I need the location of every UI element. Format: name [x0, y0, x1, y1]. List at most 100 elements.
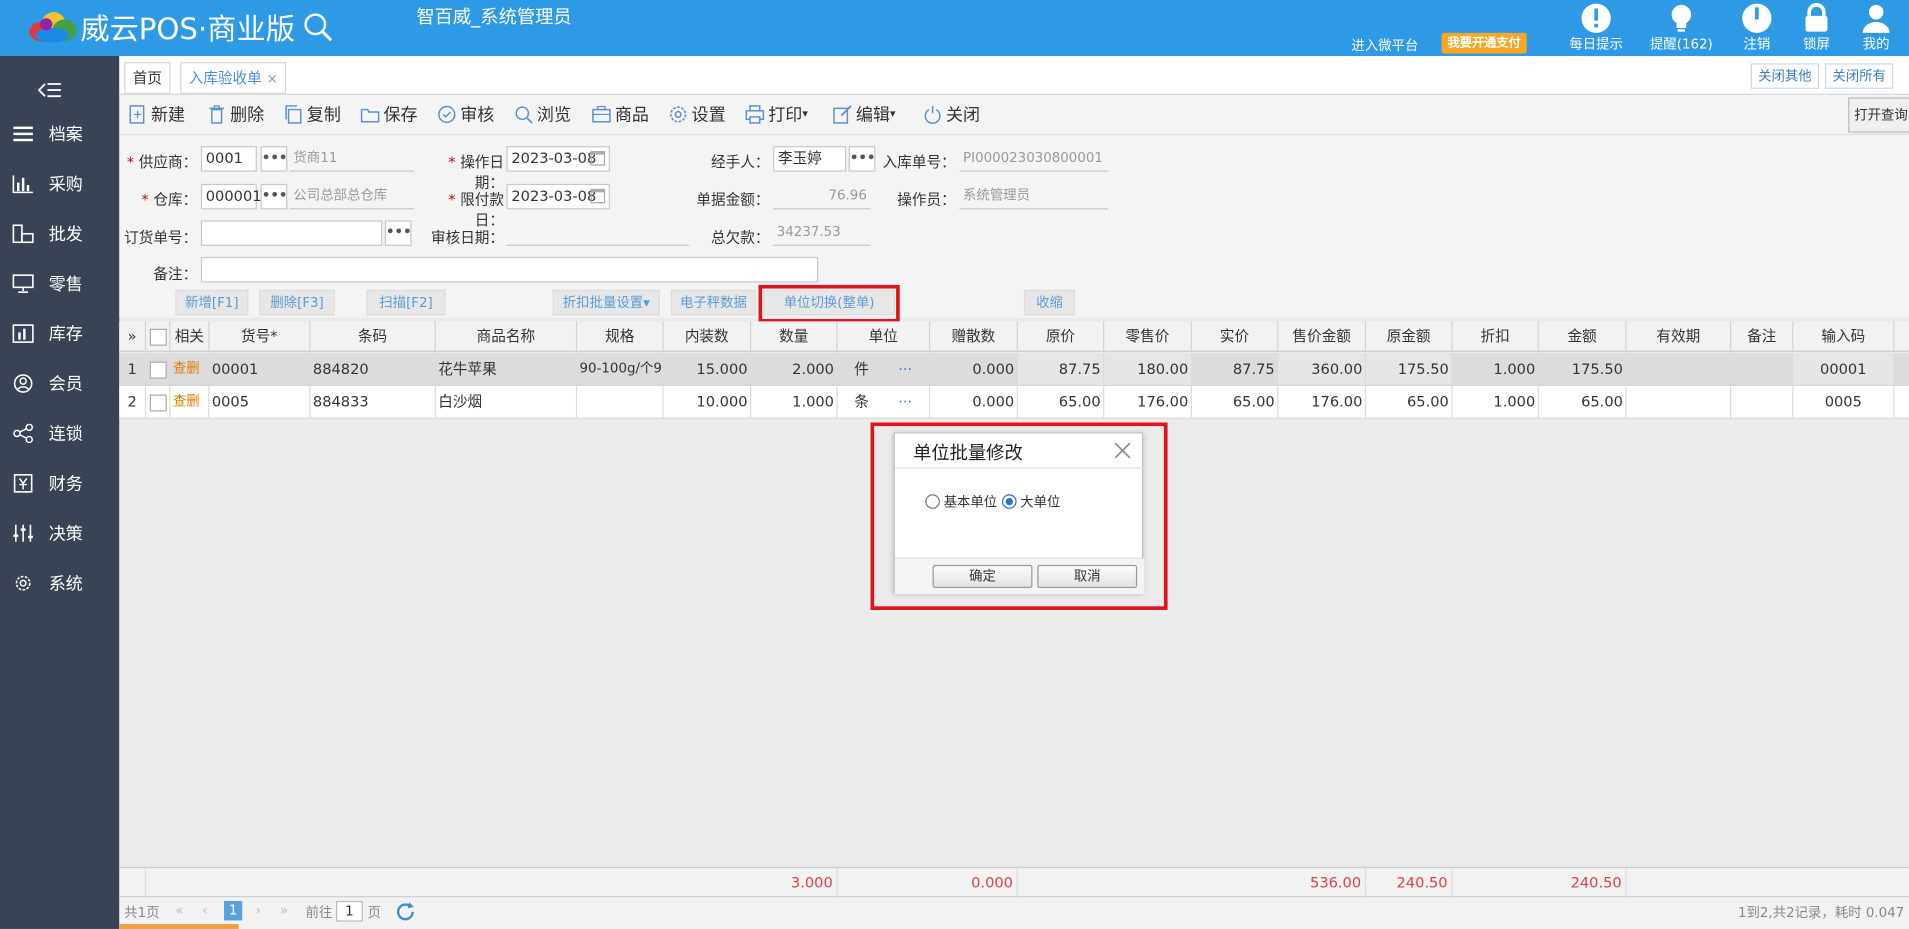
current-page[interactable]: 1	[224, 900, 243, 921]
warehouse-code-field[interactable]: 000001	[200, 183, 262, 210]
prev-page-icon[interactable]: ‹	[202, 902, 207, 918]
more-icon[interactable]: ···	[898, 393, 912, 410]
cell-code[interactable]: 0005	[209, 385, 311, 418]
goods-button[interactable]: 商品	[592, 102, 649, 126]
col-gift[interactable]: 赠散数	[930, 321, 1018, 352]
col-qty[interactable]: 数量	[751, 321, 838, 352]
big-unit-radio[interactable]	[1002, 494, 1017, 509]
cell-unit[interactable]: 件 ···	[838, 353, 931, 385]
new-button[interactable]: 新建	[128, 102, 185, 126]
cell-discount[interactable]: 1.000	[1452, 385, 1539, 418]
collapse-menu-icon[interactable]	[37, 80, 64, 99]
next-page-icon[interactable]: ›	[256, 902, 261, 918]
sidebar-item-wholesale[interactable]: 批发	[0, 208, 119, 258]
collapse-button[interactable]: 收缩	[1023, 289, 1076, 316]
audit-button[interactable]: 审核	[437, 102, 494, 126]
row-checkbox[interactable]	[146, 385, 171, 418]
supplier-picker-button[interactable]: •••	[260, 146, 287, 172]
col-sale-amt[interactable]: 售价金额	[1278, 321, 1367, 352]
browse-button[interactable]: 浏览	[514, 102, 571, 126]
last-page-icon[interactable]: »	[280, 902, 288, 918]
add-row-button[interactable]: 新增[F1]	[175, 289, 249, 316]
print-button[interactable]: 打印 ▾	[745, 102, 808, 126]
edit-button[interactable]: 编辑 ▾	[833, 102, 896, 126]
view-link[interactable]: 查	[173, 360, 186, 376]
cell-qty[interactable]: 1.000	[751, 385, 838, 418]
big-unit-label[interactable]: 大单位	[1020, 492, 1060, 511]
cell-name[interactable]: 白沙烟	[436, 385, 578, 418]
table-row[interactable]: 1 查删 00001 884820 花牛苹果 90-100g/个96 15.00…	[119, 353, 1909, 386]
sidebar-item-chain[interactable]: 连锁	[0, 408, 119, 458]
settings-button[interactable]: 设置	[668, 102, 726, 126]
col-discount[interactable]: 折扣	[1452, 321, 1539, 352]
delete-row-button[interactable]: 删除[F3]	[259, 289, 335, 316]
sidebar-item-purchase[interactable]: 采购	[0, 158, 119, 208]
daily-tip-button[interactable]: 每日提示	[1560, 0, 1633, 54]
pay-due-field[interactable]: 2023-03-08	[506, 183, 610, 210]
col-barcode[interactable]: 条码	[310, 321, 436, 352]
cell-spec[interactable]: 90-100g/个96	[577, 353, 664, 385]
base-unit-radio[interactable]	[925, 494, 940, 509]
col-code[interactable]: 货号*	[209, 321, 311, 352]
col-retail[interactable]: 零售价	[1104, 321, 1192, 352]
open-payment-button[interactable]: 我要开通支付	[1441, 32, 1527, 54]
cell-gift[interactable]: 0.000	[930, 385, 1018, 418]
close-others-button[interactable]: 关闭其他	[1750, 63, 1819, 89]
sidebar-item-finance[interactable]: 财务	[0, 458, 119, 508]
select-all-checkbox[interactable]	[146, 321, 171, 352]
calendar-icon[interactable]	[590, 188, 606, 204]
open-query-button[interactable]: 打开查询	[1848, 97, 1909, 133]
close-icon[interactable]: ×	[267, 71, 278, 87]
sidebar-item-inventory[interactable]: 库存	[0, 308, 119, 358]
cell-remark[interactable]	[1731, 385, 1794, 418]
goto-page-input[interactable]: 1	[336, 900, 363, 922]
search-icon[interactable]	[302, 10, 334, 42]
cell-name[interactable]: 花牛苹果	[436, 353, 578, 385]
order-no-picker-button[interactable]: •••	[384, 220, 412, 246]
delete-button[interactable]: 删除	[207, 102, 264, 126]
col-orig-price[interactable]: 原价	[1018, 321, 1105, 352]
cell-barcode[interactable]: 884820	[310, 353, 436, 385]
reminder-button[interactable]: 提醒(162)	[1645, 0, 1718, 54]
tab-inbound-receipt[interactable]: 入库验收单 ×	[180, 62, 287, 94]
row-checkbox[interactable]	[146, 353, 171, 385]
micro-platform-link[interactable]: 进入微平台	[1351, 35, 1418, 54]
close-icon[interactable]	[1114, 442, 1131, 459]
sidebar-item-member[interactable]: 会员	[0, 358, 119, 408]
close-all-button[interactable]: 关闭所有	[1825, 63, 1894, 89]
cell-discount[interactable]: 1.000	[1452, 353, 1539, 385]
warehouse-picker-button[interactable]: •••	[260, 183, 287, 210]
sidebar-item-decision[interactable]: 决策	[0, 508, 119, 558]
my-profile-button[interactable]: 我的	[1840, 0, 1909, 54]
col-unit[interactable]: 单位	[838, 321, 931, 352]
col-input-code[interactable]: 输入码	[1793, 321, 1895, 352]
handler-field[interactable]: 李玉婷	[773, 146, 847, 172]
cell-qty[interactable]: 2.000	[751, 353, 838, 385]
cell-spec[interactable]	[577, 385, 664, 418]
handler-picker-button[interactable]: •••	[848, 146, 875, 172]
cell-remark[interactable]	[1731, 353, 1794, 385]
cell-inner[interactable]: 10.000	[664, 385, 752, 418]
col-inner[interactable]: 内装数	[664, 321, 752, 352]
discount-batch-button[interactable]: 折扣批量设置▾	[552, 289, 660, 316]
calendar-icon[interactable]	[590, 150, 606, 166]
scan-button[interactable]: 扫描[F2]	[366, 289, 446, 316]
cell-gift[interactable]: 0.000	[930, 353, 1018, 385]
table-row[interactable]: 2 查删 0005 884833 白沙烟 10.000 1.000 条 ··· 0…	[119, 385, 1909, 419]
delete-link[interactable]: 删	[186, 393, 199, 409]
cell-barcode[interactable]: 884833	[310, 385, 436, 418]
sidebar-item-retail[interactable]: 零售	[0, 258, 119, 308]
cell-expiry[interactable]	[1627, 353, 1732, 385]
save-button[interactable]: 保存	[360, 102, 418, 126]
sidebar-item-system[interactable]: 系统	[0, 558, 119, 608]
cell-real[interactable]: 87.75	[1192, 353, 1279, 385]
col-spec[interactable]: 规格	[577, 321, 664, 352]
expand-icon[interactable]: »	[119, 321, 147, 352]
more-icon[interactable]: ···	[898, 360, 912, 377]
col-remark[interactable]: 备注	[1731, 321, 1794, 352]
cell-code[interactable]: 00001	[209, 353, 311, 385]
cell-amount[interactable]: 175.50	[1539, 353, 1627, 385]
col-real[interactable]: 实价	[1192, 321, 1279, 352]
col-expiry[interactable]: 有效期	[1627, 321, 1732, 352]
view-link[interactable]: 查	[173, 393, 186, 409]
